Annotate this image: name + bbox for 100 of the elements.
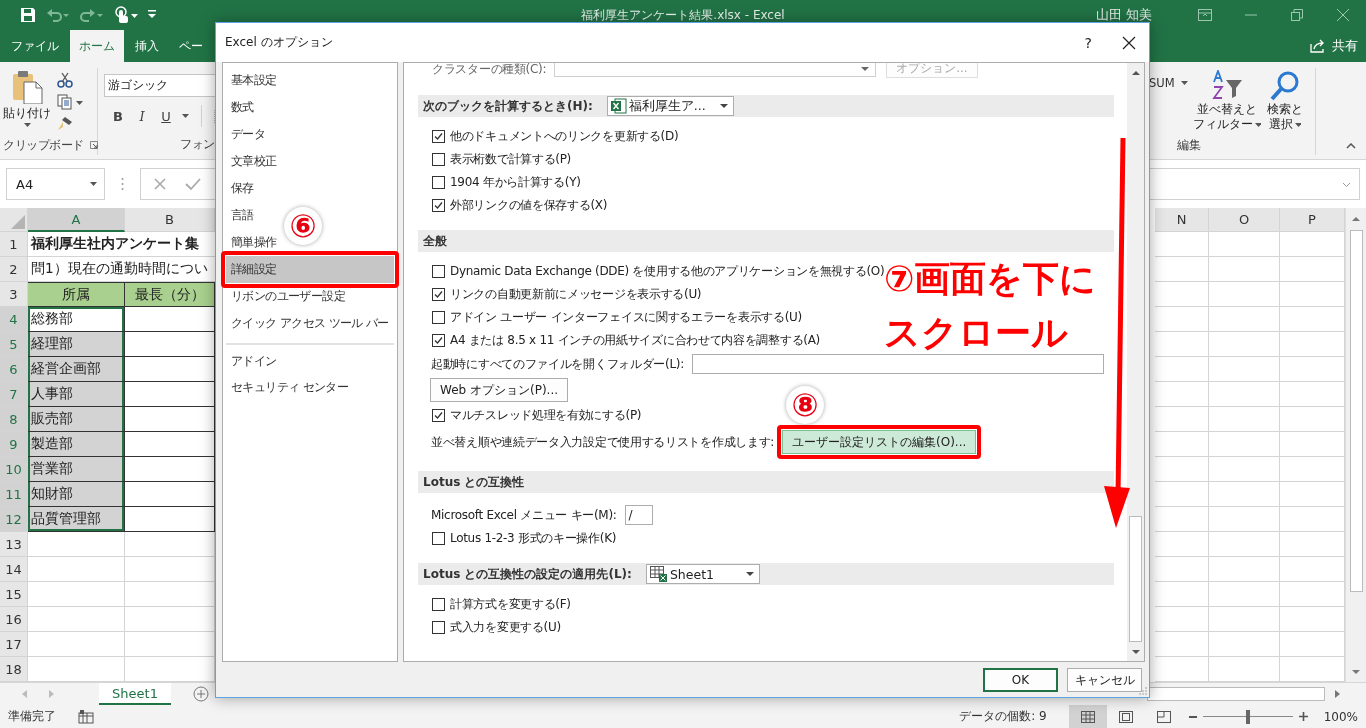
dialog-launcher-icon[interactable] bbox=[89, 141, 98, 149]
caret-icon[interactable] bbox=[182, 114, 189, 118]
row-header[interactable]: 13 bbox=[0, 532, 28, 557]
ribbon-tab[interactable]: ホーム bbox=[70, 30, 124, 62]
checkbox[interactable] bbox=[432, 288, 445, 301]
row-header[interactable]: 2 bbox=[0, 257, 28, 282]
collapse-ribbon-icon[interactable] bbox=[1346, 143, 1356, 149]
normal-view-icon[interactable] bbox=[1068, 705, 1107, 728]
nav-item[interactable]: 詳細設定 bbox=[226, 256, 394, 283]
row-header[interactable]: 18 bbox=[0, 657, 28, 682]
nav-item[interactable]: データ bbox=[226, 121, 266, 148]
vertical-scrollbar[interactable] bbox=[1127, 63, 1144, 661]
ribbon-tab[interactable]: ファイル bbox=[2, 30, 68, 62]
table-cell bbox=[1209, 357, 1280, 382]
checkbox[interactable] bbox=[432, 199, 445, 212]
table-cell bbox=[1155, 357, 1209, 382]
zoom-in-icon[interactable] bbox=[1298, 711, 1308, 722]
checkbox[interactable] bbox=[432, 265, 445, 278]
nav-item[interactable]: リボンのユーザー設定 bbox=[226, 283, 345, 310]
nav-item[interactable]: 言語 bbox=[226, 202, 254, 229]
share-button[interactable]: 共有 bbox=[1302, 30, 1366, 62]
grip-icon bbox=[121, 177, 124, 191]
vertical-scrollbar[interactable] bbox=[1345, 208, 1366, 682]
column-header[interactable]: B bbox=[125, 208, 215, 232]
row-header[interactable]: 14 bbox=[0, 557, 28, 582]
row-header[interactable]: 10 bbox=[0, 457, 28, 482]
table-cell bbox=[1155, 257, 1209, 282]
row-header[interactable]: 16 bbox=[0, 607, 28, 632]
checkbox[interactable] bbox=[432, 409, 445, 422]
underline-button[interactable]: U bbox=[158, 108, 174, 124]
nav-item[interactable]: 数式 bbox=[226, 94, 254, 121]
macro-record-icon[interactable] bbox=[78, 709, 94, 724]
ribbon-tab[interactable]: ペー bbox=[170, 30, 212, 62]
dialog-button[interactable]: OK bbox=[983, 668, 1058, 692]
checkbox[interactable] bbox=[432, 311, 445, 324]
column-header[interactable]: O bbox=[1209, 208, 1280, 232]
checkbox[interactable] bbox=[432, 532, 445, 545]
dropdown[interactable]: 福利厚生ア... bbox=[606, 96, 734, 116]
checkbox[interactable] bbox=[432, 153, 445, 166]
nav-item[interactable]: アドイン bbox=[226, 343, 394, 374]
close-icon[interactable] bbox=[1122, 35, 1136, 50]
resize-grip-icon bbox=[1139, 687, 1147, 695]
checkbox[interactable] bbox=[432, 334, 445, 347]
scroll-thumb[interactable] bbox=[1349, 230, 1363, 592]
redo-icon[interactable] bbox=[80, 8, 104, 22]
settings-button[interactable]: Web オプション(P)... bbox=[430, 378, 569, 402]
autosum-button[interactable]: SUM bbox=[1149, 74, 1188, 92]
group-label: フォン bbox=[180, 136, 215, 153]
scroll-thumb[interactable] bbox=[1129, 516, 1142, 642]
find-select-button[interactable]: 検索と 選択 bbox=[1265, 70, 1304, 135]
input-field[interactable]: / bbox=[624, 505, 653, 525]
italic-button[interactable]: I bbox=[134, 108, 150, 124]
row-header[interactable]: 11 bbox=[0, 482, 28, 507]
checkbox[interactable] bbox=[432, 130, 445, 143]
nav-item[interactable]: クイック アクセス ツール バー bbox=[226, 310, 389, 337]
dropdown-field[interactable] bbox=[554, 63, 877, 77]
nav-item[interactable]: 保存 bbox=[226, 175, 254, 202]
edit-list-button[interactable]: ユーザー設定リストの編集(O)... bbox=[782, 430, 977, 454]
column-header[interactable]: N bbox=[1155, 208, 1209, 232]
paste-button[interactable]: 貼り付け bbox=[3, 68, 51, 135]
bold-button[interactable]: B bbox=[110, 108, 126, 124]
table-cell bbox=[1209, 532, 1280, 557]
row-header[interactable]: 12 bbox=[0, 507, 28, 532]
checkbox[interactable] bbox=[432, 176, 445, 189]
column-header[interactable]: P bbox=[1280, 208, 1345, 232]
row-header[interactable]: 1 bbox=[0, 232, 28, 257]
sheet-tab[interactable]: Sheet1 bbox=[99, 683, 171, 705]
undo-icon[interactable] bbox=[46, 8, 70, 22]
zoom-level[interactable]: 100% bbox=[1323, 709, 1358, 724]
expand-icon[interactable] bbox=[1342, 181, 1351, 187]
ribbon-tab[interactable]: 挿入 bbox=[126, 30, 168, 62]
row-header[interactable]: 5 bbox=[0, 332, 28, 357]
scroll-thumb[interactable] bbox=[1147, 687, 1325, 701]
help-button[interactable]: ? bbox=[1084, 34, 1092, 51]
touch-icon[interactable] bbox=[114, 6, 138, 24]
column-header[interactable]: A bbox=[28, 208, 125, 232]
row-header[interactable]: 6 bbox=[0, 357, 28, 382]
row-header[interactable]: 8 bbox=[0, 407, 28, 432]
sort-filter-button[interactable]: 並べ替えと フィルター bbox=[1191, 70, 1262, 135]
input-field[interactable] bbox=[691, 354, 1104, 374]
nav-item[interactable]: 文章校正 bbox=[226, 148, 277, 175]
row-header[interactable]: 9 bbox=[0, 432, 28, 457]
customize-icon[interactable] bbox=[148, 10, 156, 20]
section-title: Lotus との互換性の設定の適用先(L): bbox=[423, 565, 632, 583]
name-box[interactable]: A4 bbox=[6, 168, 105, 200]
checkbox[interactable] bbox=[432, 621, 445, 634]
row-header[interactable]: 3 bbox=[0, 282, 28, 307]
save-icon[interactable] bbox=[20, 7, 36, 23]
table-cell bbox=[1155, 307, 1209, 332]
dropdown[interactable]: Sheet1 bbox=[645, 564, 760, 584]
dialog-button[interactable]: キャンセル bbox=[1067, 668, 1142, 692]
add-sheet-icon[interactable] bbox=[193, 686, 209, 702]
nav-item[interactable]: セキュリティ センター bbox=[226, 374, 349, 401]
checkbox[interactable] bbox=[432, 598, 445, 611]
copy-icon[interactable] bbox=[57, 94, 83, 110]
row-header[interactable]: 15 bbox=[0, 582, 28, 607]
nav-item[interactable]: 簡単操作 bbox=[226, 229, 277, 256]
row-header[interactable]: 17 bbox=[0, 632, 28, 657]
row-header[interactable]: 7 bbox=[0, 382, 28, 407]
row-header[interactable]: 4 bbox=[0, 307, 28, 332]
